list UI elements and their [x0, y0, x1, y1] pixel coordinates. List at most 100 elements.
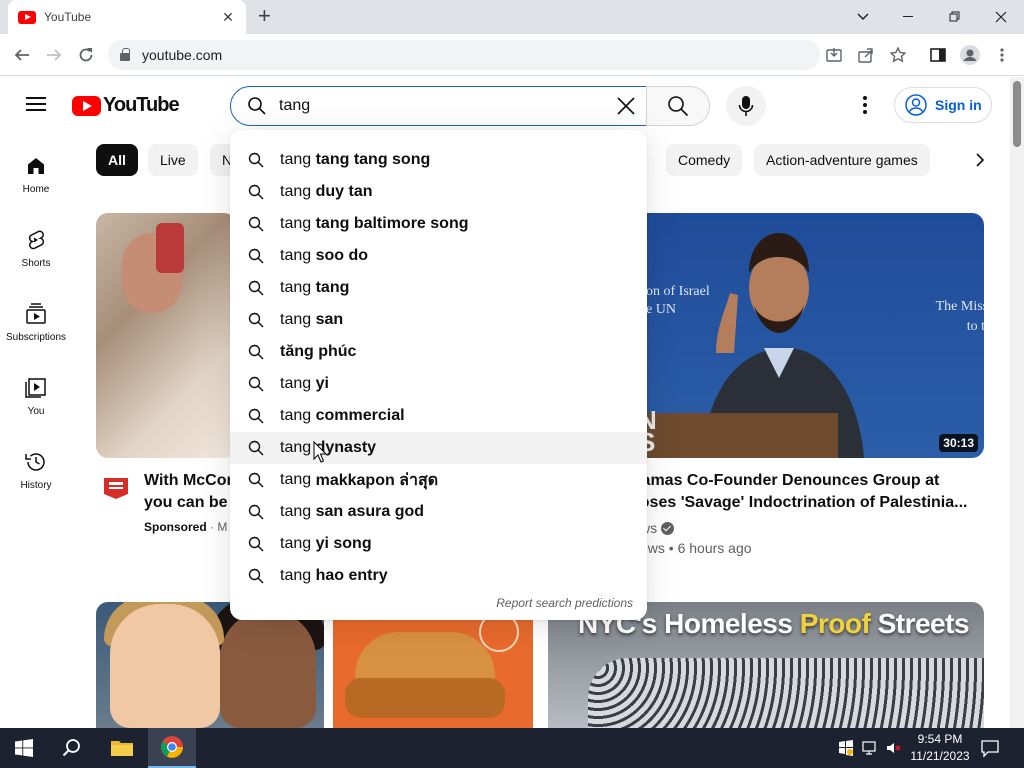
video2-backdrop-text-right: The Missi to th: [935, 299, 984, 334]
guide-item-home[interactable]: Home: [0, 154, 72, 214]
search-input[interactable]: [279, 97, 606, 115]
suggestion-item[interactable]: tăng phúc: [230, 336, 647, 368]
chips-next-icon[interactable]: [966, 148, 994, 172]
profile-avatar-icon[interactable]: [960, 45, 980, 65]
voice-search-button[interactable]: [726, 86, 766, 126]
tab-search-chevron-icon[interactable]: [840, 0, 886, 34]
suggestion-item[interactable]: tang tang: [230, 272, 647, 304]
video2-meta: ews • 6 hours ago: [640, 540, 752, 556]
video4-thumbnail[interactable]: [333, 602, 533, 728]
suggestion-search-icon: [248, 216, 264, 232]
suggestion-item[interactable]: tang soo do: [230, 240, 647, 272]
new-tab-button[interactable]: +: [258, 5, 271, 27]
suggestion-search-icon: [248, 408, 264, 424]
taskbar-search-icon: [62, 739, 80, 757]
reload-button[interactable]: [74, 43, 98, 67]
search-box: [230, 86, 647, 126]
suggestion-search-icon: [248, 184, 264, 200]
suggestion-item[interactable]: tang yi: [230, 368, 647, 400]
sign-in-button[interactable]: Sign in: [894, 87, 992, 123]
browser-tab-youtube[interactable]: YouTube ✕: [8, 0, 246, 34]
mccormick-logo-icon[interactable]: [100, 476, 132, 500]
lock-icon: [120, 48, 130, 61]
windows-logo-icon: [15, 739, 33, 757]
guide-item-history[interactable]: History: [0, 450, 72, 510]
guide-item-you[interactable]: You: [0, 376, 72, 436]
tray-update-icon[interactable]: [838, 740, 854, 756]
video2-title[interactable]: Hamas Co-Founder Denounces Group at pose…: [630, 470, 984, 514]
action-center-icon[interactable]: [980, 738, 1000, 758]
mouse-cursor-icon: [313, 441, 327, 463]
youtube-play-logo-icon: [72, 95, 101, 116]
guide-menu-icon[interactable]: [26, 97, 46, 111]
suggestion-item[interactable]: tang dynasty: [230, 432, 647, 464]
search-icon: [248, 97, 266, 115]
tab-close-icon[interactable]: ✕: [220, 9, 236, 26]
suggestion-item[interactable]: tang tang tang song: [230, 144, 647, 176]
tab-title: YouTube: [44, 10, 92, 24]
suggestion-search-icon: [248, 248, 264, 264]
suggestion-search-icon: [248, 280, 264, 296]
account-circle-icon: [905, 94, 927, 116]
clock-date: 11/21/2023: [910, 749, 970, 763]
address-bar: youtube.com: [0, 34, 1024, 76]
suggestion-search-icon: [248, 568, 264, 584]
video1-title-line2[interactable]: you can be s: [144, 492, 230, 514]
taskbar-clock[interactable]: 9:54 PM 11/21/2023: [904, 731, 976, 765]
minimize-button[interactable]: [886, 0, 932, 34]
install-app-icon[interactable]: [824, 45, 844, 65]
chip-action-adventure-games[interactable]: Action-adventure games: [754, 144, 930, 176]
suggestion-item[interactable]: tang commercial: [230, 400, 647, 432]
browser-tab-bar: YouTube ✕ +: [0, 0, 1024, 34]
video1-thumbnail[interactable]: [96, 213, 236, 458]
video5-thumbnail[interactable]: NYC's Homeless Proof Streets: [548, 602, 984, 728]
suggestion-item[interactable]: tang san asura god: [230, 496, 647, 528]
restore-button[interactable]: [932, 0, 978, 34]
sponsored-label: Sponsored: [144, 520, 207, 534]
home-icon: [28, 158, 44, 174]
bookmark-star-icon[interactable]: [888, 45, 908, 65]
chip-live[interactable]: Live: [148, 144, 198, 176]
chrome-taskbar-button[interactable]: [148, 728, 196, 768]
video3-thumbnail[interactable]: [96, 602, 324, 728]
guide-item-subscriptions[interactable]: Subscriptions: [0, 302, 72, 362]
forward-button[interactable]: [42, 43, 66, 67]
guide-item-shorts[interactable]: Shorts: [0, 228, 72, 288]
settings-menu-icon[interactable]: [855, 93, 875, 117]
page-scrollbar[interactable]: [1010, 77, 1024, 728]
file-explorer-button[interactable]: [98, 728, 146, 768]
folder-icon: [111, 741, 133, 756]
suggestion-item[interactable]: tang hao entry: [230, 560, 647, 592]
search-button[interactable]: [646, 86, 710, 126]
history-icon: [25, 453, 45, 471]
suggestion-item[interactable]: tang duy tan: [230, 176, 647, 208]
network-icon[interactable]: [862, 740, 878, 756]
youtube-logo-text: YouTube: [103, 94, 180, 116]
back-button[interactable]: [10, 43, 34, 67]
library-icon: [25, 378, 46, 398]
youtube-logo[interactable]: YouTube: [72, 94, 180, 117]
suggestion-item[interactable]: tang san: [230, 304, 647, 336]
taskbar-search-button[interactable]: [48, 728, 96, 768]
url-text: youtube.com: [142, 47, 223, 63]
volume-muted-icon[interactable]: [886, 740, 902, 756]
windows-taskbar: 9:54 PM 11/21/2023: [0, 728, 1024, 768]
omnibox[interactable]: youtube.com: [108, 40, 820, 70]
chip-comedy[interactable]: Comedy: [666, 144, 743, 176]
start-button[interactable]: [0, 728, 48, 768]
video1-title[interactable]: With McCor: [144, 470, 230, 492]
subscriptions-icon: [26, 303, 46, 324]
search-suggestions-dropdown: tang tang tang song tang duy tan tang tang…: [230, 130, 647, 620]
share-icon[interactable]: [856, 45, 876, 65]
report-search-predictions-link[interactable]: Report search predictions: [496, 596, 633, 610]
clear-search-icon[interactable]: [606, 87, 646, 125]
video2-thumbnail[interactable]: on of Israel e UN The Missi to th N S 30…: [618, 213, 984, 458]
chrome-menu-icon[interactable]: [992, 45, 1012, 65]
suggestion-item[interactable]: tang yi song: [230, 528, 647, 560]
suggestion-item[interactable]: tang makkapon ล่าสุด: [230, 464, 647, 496]
side-panel-icon[interactable]: [928, 45, 948, 65]
suggestion-item[interactable]: tang tang baltimore song: [230, 208, 647, 240]
chip-all[interactable]: All: [96, 144, 138, 176]
close-window-button[interactable]: [978, 0, 1024, 34]
scrollbar-thumb[interactable]: [1013, 81, 1021, 147]
